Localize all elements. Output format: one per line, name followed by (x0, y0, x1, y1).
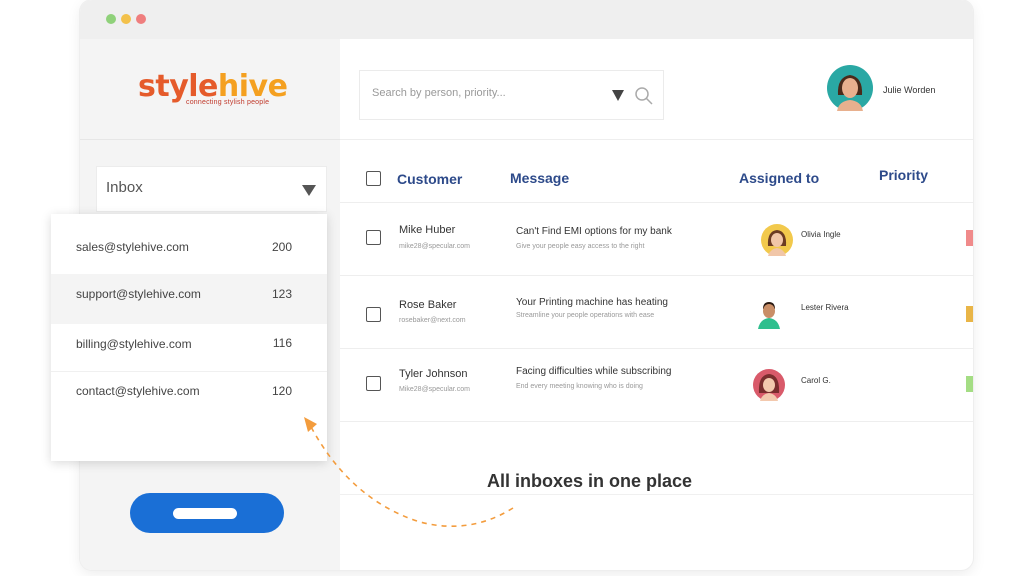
inbox-email: support@stylehive.com (76, 287, 201, 301)
priority-indicator (966, 376, 973, 392)
message-title: Your Printing machine has heating (516, 297, 668, 308)
inbox-select-label: Inbox (106, 179, 143, 196)
header-customer[interactable]: Customer (397, 171, 462, 187)
message-title: Can't Find EMI options for my bank (516, 226, 672, 237)
logo-area: stylehive connecting stylish people (80, 39, 340, 140)
sidebar-action-button[interactable] (130, 493, 284, 533)
assignee-name: Olivia Ingle (801, 230, 841, 239)
user-avatar[interactable] (827, 65, 873, 111)
window-dot-yellow[interactable] (121, 14, 131, 24)
table-header: Customer Message Assigned to Priority (340, 140, 973, 203)
message-title: Facing difficulties while subscribing (516, 366, 672, 377)
inbox-count: 123 (271, 287, 292, 301)
inbox-email: contact@stylehive.com (76, 384, 200, 398)
window-dot-red[interactable] (136, 14, 146, 24)
assignee-avatar (761, 224, 793, 256)
inbox-count: 200 (271, 240, 292, 254)
header-priority[interactable]: Priority (879, 167, 928, 183)
user-name: Julie Worden (883, 85, 936, 95)
customer-name: Mike Huber (399, 224, 456, 236)
priority-indicator (966, 306, 973, 322)
customer-email: Mike28@specular.com (399, 386, 470, 393)
logo-tagline: connecting stylish people (186, 99, 270, 106)
customer-email: mike28@specular.com (399, 243, 470, 250)
caret-down-icon (302, 185, 316, 196)
header-message[interactable]: Message (510, 170, 569, 186)
search-filter-caret-icon[interactable] (612, 90, 624, 101)
row-checkbox[interactable] (366, 230, 381, 245)
row-checkbox[interactable] (366, 307, 381, 322)
select-all-checkbox[interactable] (366, 171, 381, 186)
customer-email: rosebaker@next.com (399, 317, 466, 324)
message-preview: Give your people easy access to the righ… (516, 243, 645, 250)
inbox-email: sales@stylehive.com (76, 240, 189, 254)
dropdown-item-support[interactable]: support@stylehive.com 123 (51, 274, 327, 324)
dropdown-item-sales[interactable]: sales@stylehive.com 200 (51, 221, 327, 271)
dropdown-item-billing[interactable]: billing@stylehive.com 116 (51, 324, 327, 374)
header-assigned-to[interactable]: Assigned to (739, 170, 819, 186)
inbox-dropdown: sales@stylehive.com 200 support@stylehiv… (51, 214, 327, 461)
assignee-name: Lester Rivera (801, 303, 849, 312)
dropdown-item-contact[interactable]: contact@stylehive.com 120 (51, 371, 327, 421)
inbox-count: 116 (272, 336, 292, 350)
dashed-arrow-icon (304, 417, 514, 527)
customer-name: Tyler Johnson (399, 368, 468, 380)
window-dot-green[interactable] (106, 14, 116, 24)
customer-name: Rose Baker (399, 299, 457, 311)
table-row[interactable]: Mike Huber mike28@specular.com Can't Fin… (340, 204, 973, 276)
assignee-name: Carol G. (801, 376, 831, 385)
assignee-avatar (753, 369, 785, 401)
button-label-placeholder (173, 508, 237, 519)
search-icon[interactable] (634, 86, 654, 106)
message-preview: Streamline your people operations with e… (516, 312, 655, 319)
table-row[interactable]: Rose Baker rosebaker@next.com Your Print… (340, 277, 973, 349)
inbox-select[interactable]: Inbox (96, 166, 327, 212)
assignee-avatar (753, 297, 785, 329)
message-preview: End every meeting knowing who is doing (516, 383, 643, 390)
search-box (359, 70, 664, 120)
title-bar (80, 0, 973, 39)
row-checkbox[interactable] (366, 376, 381, 391)
inbox-count: 120 (271, 384, 292, 398)
inbox-email: billing@stylehive.com (76, 337, 192, 351)
search-input[interactable] (372, 87, 602, 99)
top-bar: Julie Worden (340, 39, 973, 140)
priority-indicator (966, 230, 973, 246)
